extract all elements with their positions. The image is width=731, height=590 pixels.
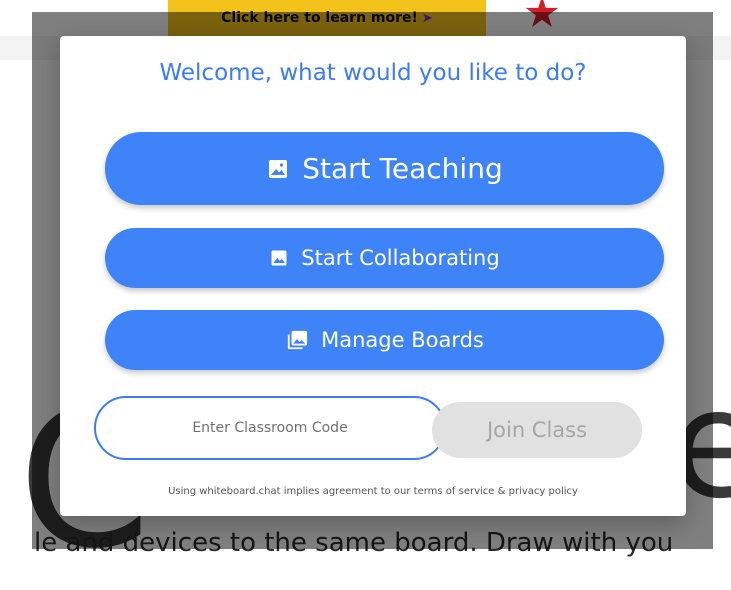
terms-notice: Using whiteboard.chat implies agreement … — [168, 486, 578, 497]
start-teaching-label: Start Teaching — [302, 152, 503, 185]
join-class-label: Join Class — [486, 418, 588, 442]
start-teaching-button[interactable]: Start Teaching — [105, 132, 664, 205]
join-class-button[interactable]: Join Class — [432, 402, 642, 458]
manage-boards-label: Manage Boards — [321, 328, 484, 352]
image-icon — [269, 248, 289, 268]
welcome-dialog: Welcome, what would you like to do? Star… — [60, 36, 686, 516]
start-collaborating-button[interactable]: Start Collaborating — [105, 228, 664, 288]
classroom-code-input[interactable] — [94, 396, 446, 460]
manage-boards-button[interactable]: Manage Boards — [105, 310, 664, 370]
dialog-title: Welcome, what would you like to do? — [159, 60, 587, 86]
start-collaborating-label: Start Collaborating — [301, 246, 500, 270]
image-icon — [266, 157, 290, 181]
photo-library-icon — [285, 329, 309, 351]
